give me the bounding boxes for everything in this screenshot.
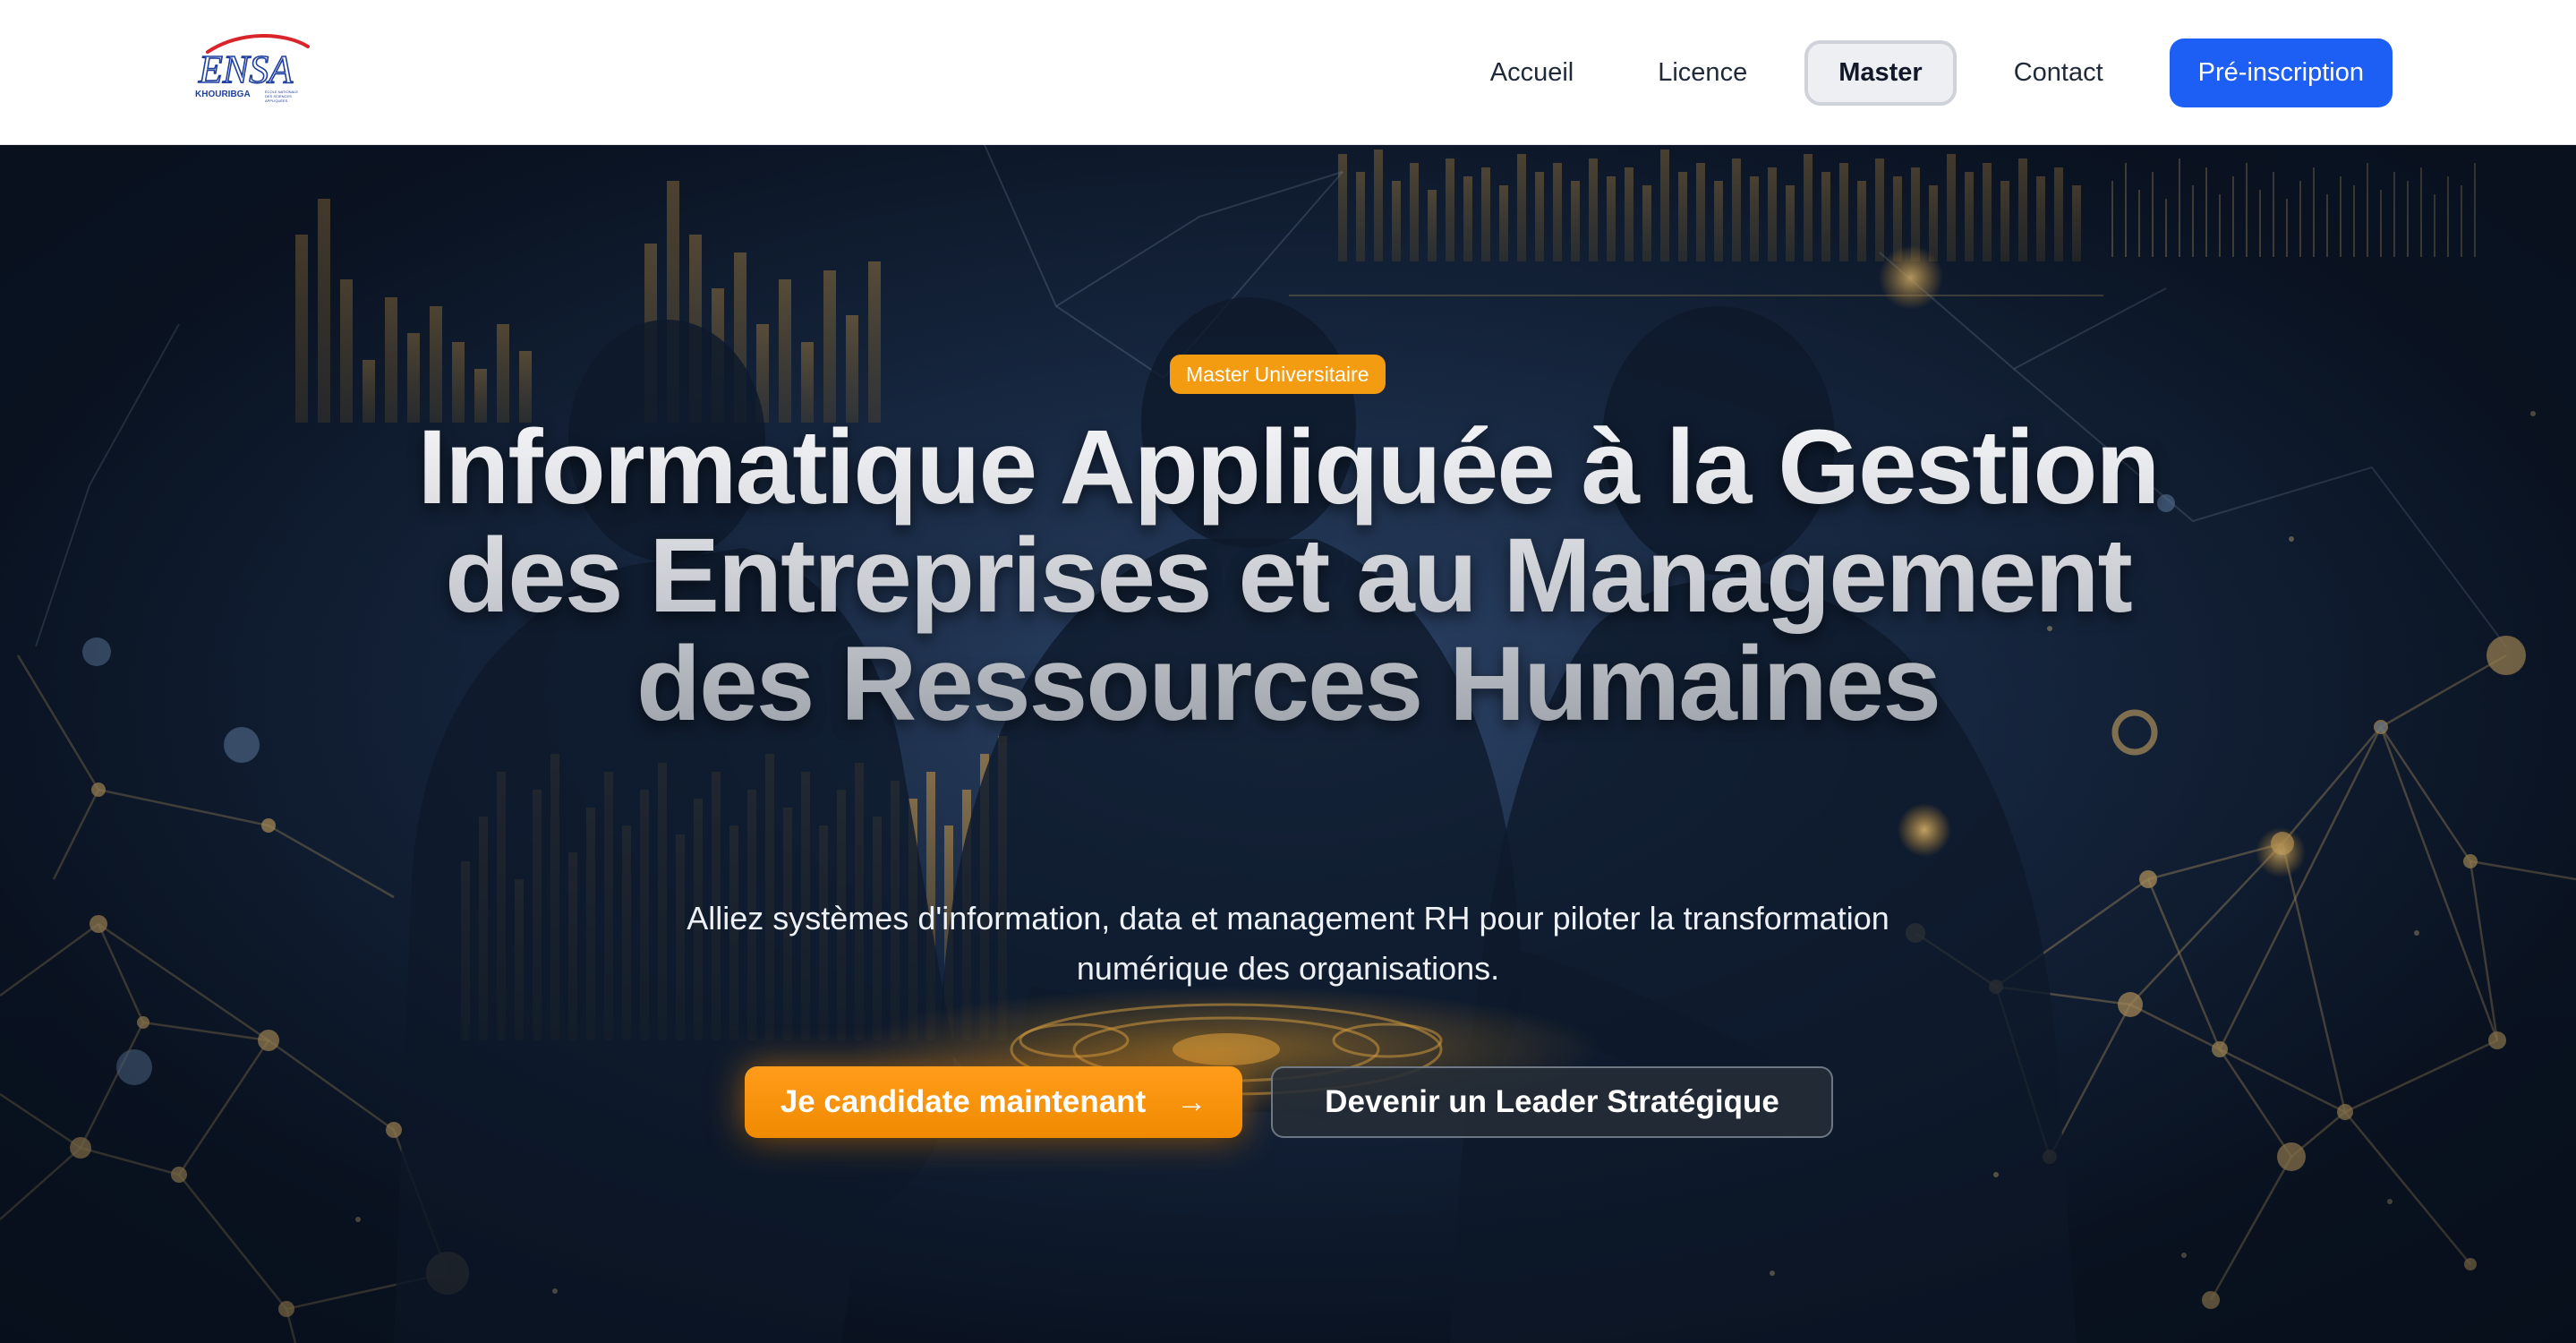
apply-now-label: Je candidate maintenant [780, 1084, 1147, 1119]
hero-content: Master Universitaire Informatique Appliq… [0, 145, 2576, 1343]
hero-section: Master Universitaire Informatique Appliq… [0, 145, 2576, 1343]
hero-cta-row: Je candidate maintenant → Devenir un Lea… [0, 1066, 2576, 1138]
apply-now-button[interactable]: Je candidate maintenant → [745, 1066, 1242, 1138]
nav-contact[interactable]: Contact [1987, 40, 2130, 106]
svg-text:ENSA: ENSA [198, 47, 294, 91]
nav-licence[interactable]: Licence [1631, 40, 1774, 106]
svg-text:APPLIQUÉES: APPLIQUÉES [265, 98, 288, 103]
ensa-logo[interactable]: ENSA KHOURIBGA ÉCOLE NATIONALE DES SCIEN… [195, 34, 311, 109]
become-leader-button[interactable]: Devenir un Leader Stratégique [1271, 1066, 1833, 1138]
hero-title: Informatique Appliquée à la Gestion des … [393, 414, 2183, 739]
become-leader-label: Devenir un Leader Stratégique [1325, 1084, 1779, 1119]
arrow-right-icon: → [1176, 1085, 1207, 1119]
hero-subtitle: Alliez systèmes d'information, data et m… [687, 900, 1889, 987]
pre-inscription-button[interactable]: Pré-inscription [2169, 38, 2393, 107]
svg-text:KHOURIBGA: KHOURIBGA [195, 90, 251, 99]
nav-master[interactable]: Master [1804, 39, 1957, 106]
nav-accueil[interactable]: Accueil [1463, 40, 1601, 106]
main-nav: Accueil Licence Master Contact Pré-inscr… [1463, 34, 2393, 111]
program-badge: Master Universitaire [1170, 355, 1386, 394]
top-navbar: ENSA KHOURIBGA ÉCOLE NATIONALE DES SCIEN… [0, 0, 2576, 145]
ensa-logo-icon: ENSA KHOURIBGA ÉCOLE NATIONALE DES SCIEN… [195, 34, 310, 103]
